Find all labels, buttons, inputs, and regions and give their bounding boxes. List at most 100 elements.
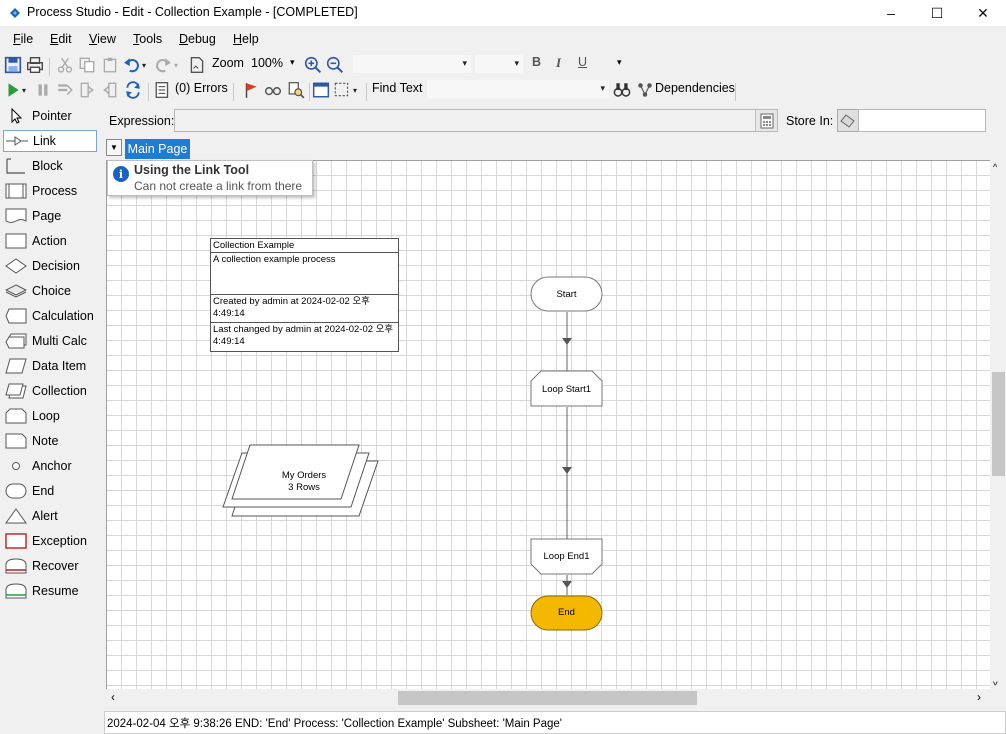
expression-input[interactable]	[174, 109, 778, 132]
menu-debug[interactable]: Debug	[179, 32, 216, 46]
errors-icon[interactable]	[154, 81, 172, 99]
note-icon	[5, 433, 27, 449]
tool-decision[interactable]: Decision	[3, 255, 97, 277]
calculation-icon	[5, 308, 27, 324]
zoom-dropdown-icon[interactable]: ▾	[290, 57, 295, 68]
tool-loop[interactable]: Loop	[3, 405, 97, 427]
horizontal-scroll-thumb[interactable]	[398, 691, 697, 705]
zoom-value[interactable]: 100%	[251, 56, 283, 70]
tool-label: Note	[32, 434, 59, 448]
menu-edit[interactable]: Edit	[50, 32, 72, 46]
breakpoint-flag-icon[interactable]	[242, 81, 260, 99]
page-list-dropdown[interactable]: ▼	[106, 139, 122, 156]
find-binoculars-icon[interactable]	[613, 81, 631, 99]
store-in-input[interactable]	[858, 109, 986, 132]
tool-label: Multi Calc	[32, 334, 87, 348]
link-icon	[6, 136, 28, 146]
font-family-dropdown-icon: ▾	[462, 58, 467, 68]
tool-process[interactable]: Process	[3, 180, 97, 202]
reset-icon[interactable]	[124, 81, 142, 99]
cut-icon[interactable]	[56, 56, 74, 74]
dependencies-icon[interactable]	[636, 81, 654, 99]
find-text-dropdown-icon: ▾	[600, 83, 605, 93]
tool-exception[interactable]: Exception	[3, 530, 97, 552]
menu-view[interactable]: View	[89, 32, 116, 46]
paste-icon[interactable]	[101, 56, 119, 74]
step-out-icon[interactable]	[101, 81, 119, 99]
undo-dropdown-icon[interactable]: ▾	[139, 56, 149, 74]
tool-note[interactable]: Note	[3, 430, 97, 452]
stage-end-label: End	[558, 607, 575, 618]
scroll-right-icon[interactable]: ›	[977, 690, 981, 704]
errors-label[interactable]: (0) Errors	[175, 81, 228, 95]
copy-icon[interactable]	[78, 56, 96, 74]
tool-block[interactable]: Block	[3, 155, 97, 177]
multi-calc-icon	[5, 333, 27, 349]
tool-label: Page	[32, 209, 62, 223]
tool-recover[interactable]: Recover	[3, 555, 97, 577]
bold-button[interactable]: B	[532, 55, 541, 69]
font-size-dropdown-icon: ▾	[514, 58, 519, 68]
tool-collection[interactable]: Collection	[3, 380, 97, 402]
tool-multi-calc[interactable]: Multi Calc	[3, 330, 97, 352]
vertical-scroll-thumb[interactable]	[992, 372, 1005, 476]
dependencies-button[interactable]: Dependencies	[655, 81, 735, 95]
link-arrow	[562, 581, 572, 588]
redo-dropdown-icon[interactable]: ▾	[171, 56, 181, 74]
chevron-down-icon: ▼	[110, 143, 118, 152]
find-text-input[interactable]: ▾	[426, 79, 610, 99]
print-icon[interactable]	[26, 56, 44, 74]
tab-main-page[interactable]: Main Page	[125, 139, 190, 159]
select-dropdown-icon[interactable]: ▾	[350, 81, 360, 99]
watch-icon[interactable]	[264, 81, 282, 99]
stage-loop-end-label: Loop End1	[543, 551, 590, 562]
menu-file[interactable]: File	[13, 32, 33, 46]
tool-page[interactable]: Page	[3, 205, 97, 227]
zoom-out-icon[interactable]	[326, 56, 344, 74]
tool-link[interactable]: Link	[3, 130, 97, 152]
step-over-icon[interactable]	[78, 81, 96, 99]
decision-icon	[5, 258, 27, 274]
find-references-icon[interactable]	[287, 81, 305, 99]
scroll-down-icon[interactable]: ^	[993, 675, 998, 686]
tool-choice[interactable]: Choice	[3, 280, 97, 302]
step-icon[interactable]	[56, 81, 74, 99]
run-dropdown-icon[interactable]: ▾	[19, 81, 29, 99]
menu-tools[interactable]: Tools	[133, 32, 162, 46]
minimize-button[interactable]: –	[868, 0, 914, 26]
zoom-label: Zoom	[212, 56, 244, 70]
process-info-box[interactable]: Collection Example A collection example …	[210, 238, 399, 352]
store-in-data-button[interactable]	[837, 109, 859, 132]
toolbar-separator	[366, 83, 367, 101]
zoom-page-icon[interactable]	[188, 56, 206, 74]
tool-action[interactable]: Action	[3, 230, 97, 252]
toolbar-main: ▾ ▾ Zoom 100% ▾ ▾ ▾ B I U ▾	[0, 53, 1006, 77]
tool-calculation[interactable]: Calculation	[3, 305, 97, 327]
close-button[interactable]: ✕	[960, 0, 1006, 26]
redo-icon[interactable]	[154, 56, 172, 74]
font-family-select[interactable]: ▾	[352, 54, 472, 74]
menu-file-label: ile	[20, 32, 34, 46]
menu-help[interactable]: Help	[233, 32, 259, 46]
tool-resume[interactable]: Resume	[3, 580, 97, 602]
font-color-dropdown-icon[interactable]: ▾	[617, 57, 622, 68]
select-all-icon[interactable]	[333, 81, 351, 99]
tool-anchor[interactable]: Anchor	[3, 455, 97, 477]
tool-alert[interactable]: Alert	[3, 505, 97, 527]
font-size-select[interactable]: ▾	[474, 54, 524, 74]
underline-button[interactable]: U	[578, 55, 587, 69]
save-icon[interactable]	[4, 56, 22, 74]
pause-icon[interactable]	[34, 81, 52, 99]
eraser-icon	[840, 113, 855, 128]
scroll-left-icon[interactable]: ‹	[111, 690, 115, 704]
tool-end[interactable]: End	[3, 480, 97, 502]
maximize-button[interactable]: ☐	[914, 0, 960, 26]
italic-button[interactable]: I	[556, 55, 561, 71]
zoom-in-icon[interactable]	[304, 56, 322, 74]
scroll-up-icon[interactable]: ^	[993, 162, 997, 172]
process-last-changed: Last changed by admin at 2024-02-02 오후 4…	[213, 324, 394, 347]
tool-pointer[interactable]: Pointer	[3, 105, 97, 127]
expression-editor-button[interactable]	[755, 110, 777, 131]
tool-data-item[interactable]: Data Item	[3, 355, 97, 377]
window-view-icon[interactable]	[312, 81, 330, 99]
